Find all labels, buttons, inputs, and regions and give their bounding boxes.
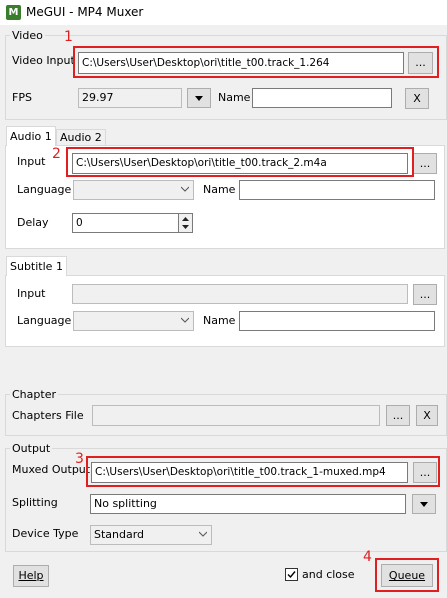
chapters-file-field[interactable]	[92, 405, 380, 426]
chevron-down-icon	[199, 531, 207, 537]
checkmark-icon	[287, 571, 296, 579]
tab-audio-2[interactable]: Audio 2	[56, 129, 106, 146]
fps-combo[interactable]: 29.97	[78, 88, 182, 108]
window-title: MeGUI - MP4 Muxer	[26, 5, 144, 19]
tab-subtitle-1[interactable]: Subtitle 1	[6, 256, 67, 276]
chapters-file-label: Chapters File	[12, 409, 84, 422]
triangle-down-icon	[420, 502, 428, 507]
device-type-combo[interactable]: Standard	[90, 525, 212, 545]
splitting-dropdown-button[interactable]	[412, 494, 436, 514]
triangle-down-icon	[195, 96, 203, 101]
audio-language-label: Language	[17, 183, 72, 196]
megui-app-icon: M	[6, 5, 21, 20]
output-group-label: Output	[10, 442, 53, 455]
highlight-box-muxed-output	[86, 456, 440, 487]
delay-label: Delay	[17, 216, 49, 229]
and-close-label: and close	[302, 568, 355, 581]
chapters-browse-button[interactable]: ...	[386, 405, 410, 426]
audio-name-field[interactable]	[239, 180, 435, 200]
fps-dropdown-button[interactable]	[187, 88, 211, 108]
delay-input[interactable]: 0	[72, 213, 179, 233]
subtitle-language-label: Language	[17, 314, 72, 327]
help-button[interactable]: Help	[13, 565, 49, 587]
device-type-value: Standard	[94, 528, 145, 541]
chapters-clear-button[interactable]: X	[416, 405, 438, 426]
annotation-number-2: 2	[52, 146, 61, 162]
spin-up-icon[interactable]	[179, 214, 192, 223]
device-type-label: Device Type	[12, 527, 79, 540]
subtitle-language-combo[interactable]	[73, 311, 194, 331]
audio-browse-button[interactable]: ...	[413, 153, 437, 174]
audio-input-label: Input	[17, 155, 46, 168]
highlight-box-video-input	[73, 46, 439, 78]
annotation-number-4: 4	[363, 549, 372, 565]
subtitle-name-label: Name	[203, 314, 236, 327]
chevron-down-icon	[181, 317, 189, 323]
fps-value: 29.97	[82, 91, 114, 104]
video-name-field[interactable]	[252, 88, 392, 108]
video-group-label: Video	[10, 29, 45, 42]
tab-audio-1[interactable]: Audio 1	[6, 126, 56, 146]
subtitle-input-label: Input	[17, 287, 46, 300]
and-close-checkbox[interactable]	[285, 568, 298, 581]
highlight-box-audio-input	[66, 147, 414, 177]
annotation-number-3: 3	[75, 451, 84, 467]
annotation-number-1: 1	[64, 29, 73, 45]
subtitle-input-field[interactable]	[72, 284, 408, 304]
audio-language-combo[interactable]	[73, 180, 194, 200]
splitting-value: No splitting	[94, 497, 157, 510]
subtitle-browse-button[interactable]: ...	[413, 284, 437, 305]
highlight-box-queue	[375, 558, 439, 592]
chapter-group-label: Chapter	[10, 388, 58, 401]
audio-name-label: Name	[203, 183, 236, 196]
video-name-clear-button[interactable]: X	[405, 88, 429, 109]
subtitle-name-field[interactable]	[239, 311, 435, 331]
splitting-label: Splitting	[12, 496, 58, 509]
video-name-label: Name	[218, 91, 251, 104]
splitting-combo[interactable]: No splitting	[90, 494, 406, 514]
spin-down-icon[interactable]	[179, 223, 192, 232]
chevron-down-icon	[181, 186, 189, 192]
delay-spinner[interactable]	[179, 213, 193, 233]
video-input-label: Video Input	[12, 54, 75, 67]
fps-label: FPS	[12, 91, 32, 104]
